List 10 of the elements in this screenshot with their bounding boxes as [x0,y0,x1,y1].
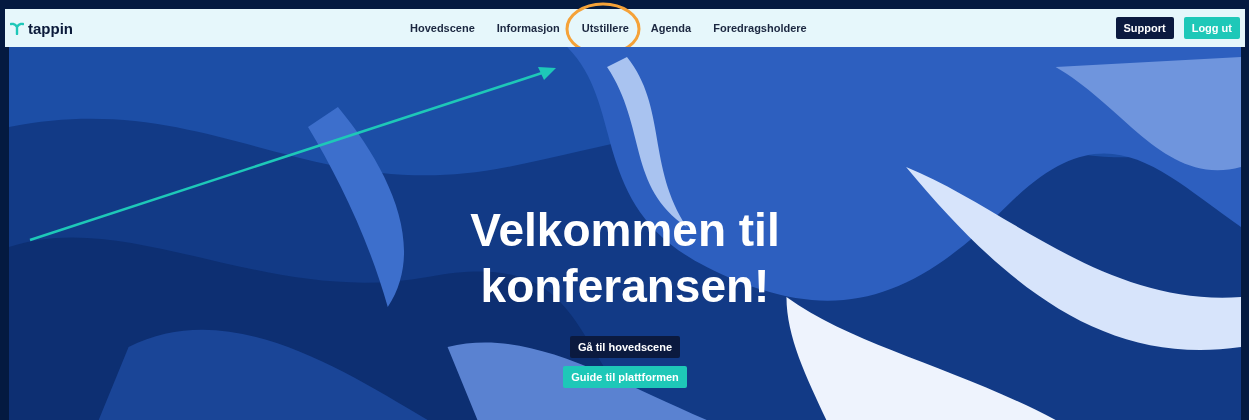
logo-text[interactable]: tappin [28,19,73,37]
nav-link[interactable]: Agenda [650,22,692,34]
nav-link[interactable]: Foredragsholdere [713,22,807,34]
hero-button[interactable]: Gå til hovedscene [569,336,681,358]
hero-title: Velkommen til konferansen! [470,203,780,314]
nav-link[interactable]: Informasjon [496,22,560,34]
nav-link[interactable]: Hovedscene [410,22,475,34]
sprout-icon [10,21,24,35]
nav-link[interactable]: Utstillere [581,22,629,34]
header-button[interactable]: Support [1115,17,1174,39]
